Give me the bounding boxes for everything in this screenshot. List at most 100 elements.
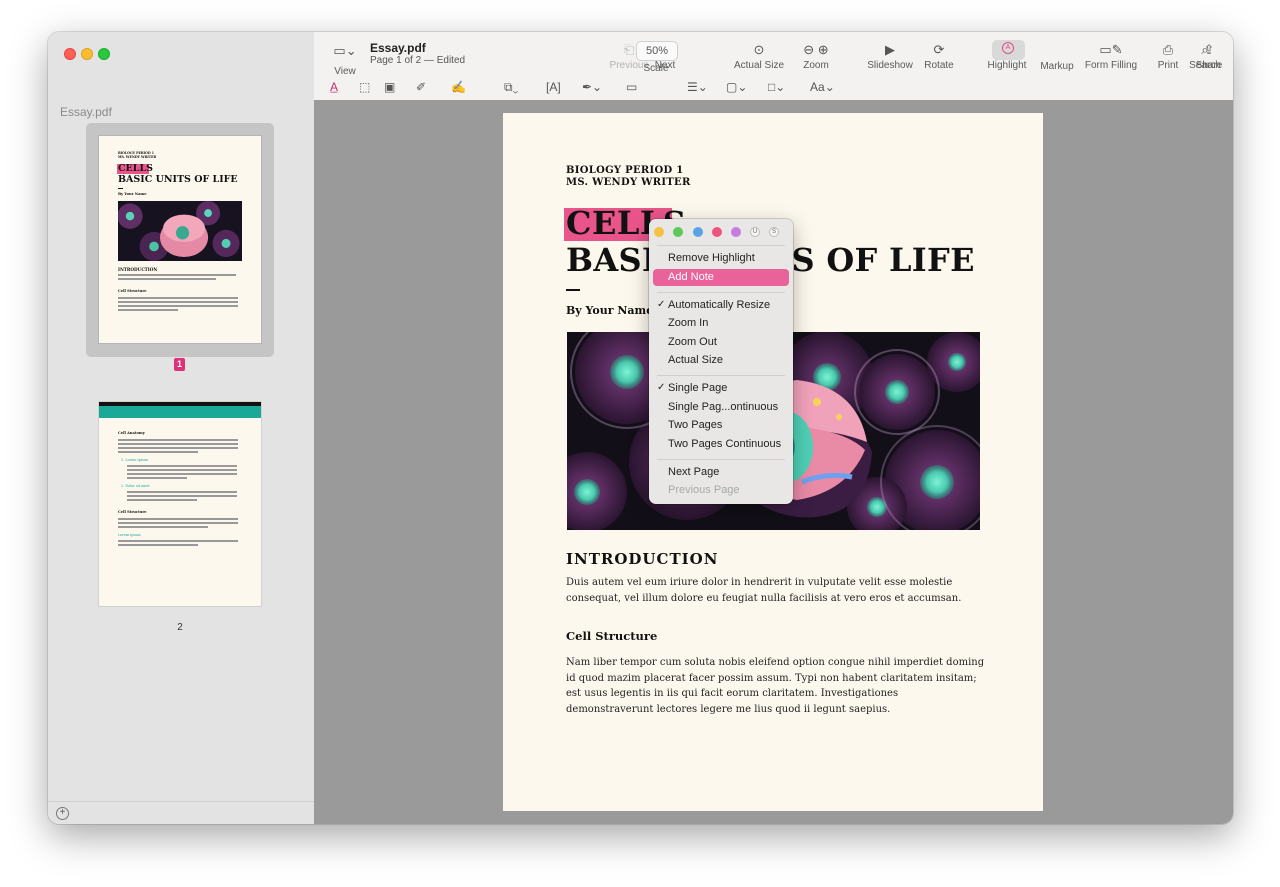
zoom-window-button[interactable] (98, 48, 110, 60)
page-thumbnail-2[interactable]: Cell Anatomy 1. Lorem ipsum 2. Dolor sit… (99, 402, 261, 606)
scale-label: Scale (643, 63, 669, 74)
color-swatch-green[interactable] (673, 227, 683, 237)
page-number-badge-1: 1 (174, 358, 185, 371)
thumb-line (118, 447, 238, 449)
rotate-label: Rotate (924, 60, 954, 71)
magnifier-icon: ⊙ (753, 42, 765, 57)
text-style-label: Aa (810, 80, 825, 94)
slideshow-button[interactable]: ▶ Slideshow (865, 41, 915, 71)
shapes-icon[interactable]: ⧉⌄ (504, 80, 518, 95)
thumb-cell-image (118, 201, 242, 261)
add-note-item[interactable]: Add Note (668, 271, 714, 283)
print-button[interactable]: ⎙ Print (1154, 41, 1182, 71)
thumb-byline: By Your Name (118, 192, 147, 196)
text-box-icon[interactable]: [A] (546, 80, 561, 94)
line-style-icon[interactable]: ☰⌄ (687, 80, 708, 94)
thumb-line (118, 278, 216, 280)
zoom-out-in-icon: ⊖ ⊕ (803, 42, 829, 57)
fill-color-icon[interactable]: □⌄ (768, 80, 785, 94)
underline-style-button[interactable]: U (750, 227, 760, 237)
thumb-intro-heading: INTRODUCTION (118, 267, 158, 272)
zoom-in-item[interactable]: Zoom In (668, 317, 708, 329)
add-page-icon[interactable]: + (56, 807, 69, 820)
intro-heading: INTRODUCTION (566, 550, 719, 568)
color-swatch-yellow[interactable] (654, 227, 664, 237)
color-swatch-blue[interactable] (693, 227, 703, 237)
search-icon: ⌕ (1201, 42, 1209, 57)
highlight-context-menu: U S Remove Highlight Add Note ✓ Automati… (649, 219, 793, 504)
instant-alpha-icon[interactable]: ▣ (384, 80, 395, 94)
thumb-line (127, 499, 197, 501)
document-subtitle: Page 1 of 2 — Edited (370, 55, 466, 66)
automatically-resize-item[interactable]: Automatically Resize (668, 299, 770, 311)
zoom-button-group[interactable]: ⊖ ⊕ Zoom (795, 41, 837, 71)
thumb-line (118, 526, 208, 528)
thumb-line (127, 495, 237, 497)
thumb-line (118, 301, 238, 303)
printer-icon: ⎙ (1162, 42, 1174, 57)
view-button[interactable]: ▭⌄ View (330, 42, 360, 77)
thumb-line (118, 540, 238, 542)
thumb-line (118, 443, 238, 445)
thumb-line (127, 491, 237, 493)
form-filling-label: Form Filling (1084, 60, 1138, 71)
thumb2-heading-2: Cell Structure (118, 510, 147, 514)
single-page-item[interactable]: Single Page (668, 382, 727, 394)
text-selection-icon[interactable]: A̲ (330, 80, 338, 94)
thumb-line (118, 274, 236, 276)
checkmark-icon: ✓ (657, 382, 666, 393)
search-label: Search (1189, 60, 1221, 71)
strikethrough-style-button[interactable]: S (769, 227, 779, 237)
thumb2-list-item-1: 1. Lorem ipsum (121, 458, 148, 462)
thumb-line (118, 518, 238, 520)
thumb-line (118, 309, 178, 311)
slideshow-label: Slideshow (867, 60, 913, 71)
thumbnail-sidebar: Essay.pdf BIOLOGY PERIOD 1 MS. WENDY WRI… (48, 32, 315, 824)
thumb-line (118, 297, 238, 299)
signature-icon[interactable]: ✒⌄ (582, 80, 602, 94)
actual-size-item[interactable]: Actual Size (668, 354, 723, 366)
next-page-item[interactable]: Next Page (668, 466, 719, 478)
single-page-continuous-item[interactable]: Single Pag...ontinuous (668, 401, 778, 413)
doc-header-line-2: MS. WENDY WRITER (566, 177, 691, 188)
rotate-button[interactable]: ⟳ Rotate (920, 41, 958, 71)
page-thumbnail-1[interactable]: BIOLOGY PERIOD 1 MS. WENDY WRITER CELLS … (99, 136, 261, 343)
color-swatch-pink[interactable] (712, 227, 722, 237)
actual-size-label: Actual Size (733, 60, 785, 71)
print-label: Print (1157, 60, 1179, 71)
border-color-icon[interactable]: ▢⌄ (726, 80, 747, 94)
minimize-window-button[interactable] (81, 48, 93, 60)
preview-window: Essay.pdf BIOLOGY PERIOD 1 MS. WENDY WRI… (48, 32, 1233, 824)
sidebar-footer-divider (48, 801, 314, 802)
sketch-icon[interactable]: ✐ (416, 80, 426, 94)
markup-button[interactable]: Markup (1036, 61, 1078, 72)
scale-field[interactable]: 50% (636, 41, 678, 61)
draw-icon[interactable]: ✍ (451, 80, 466, 94)
play-icon: ▶ (885, 42, 895, 57)
thumb-line (118, 451, 198, 453)
actual-size-button[interactable]: ⊙ Actual Size (730, 41, 788, 71)
doc-header-line-1: BIOLOGY PERIOD 1 (566, 165, 684, 176)
intro-paragraph: Duis autem vel eum iriure dolor in hendr… (566, 577, 962, 604)
thumb2-subheading: Lorem ipsum (118, 533, 141, 537)
search-button[interactable]: ⌕ Search (1188, 41, 1222, 71)
text-style-button[interactable]: Aa⌄ (810, 80, 835, 94)
rect-selection-icon[interactable]: ⬚ (359, 80, 370, 94)
highlight-label: Highlight (987, 60, 1027, 71)
zoom-out-item[interactable]: Zoom Out (668, 336, 717, 348)
note-icon[interactable]: ▭ (626, 80, 637, 94)
cell-structure-paragraph: Nam liber tempor cum soluta nobis eleife… (566, 657, 985, 715)
toolbar: ▭⌄ View Essay.pdf Page 1 of 2 — Edited ⎗… (314, 32, 1233, 101)
previous-page-item: Previous Page (668, 484, 740, 496)
thumb-title-1: CELLS (118, 163, 154, 174)
thumb-line (118, 544, 198, 546)
thumb-line (118, 522, 238, 524)
remove-highlight-item[interactable]: Remove Highlight (668, 252, 755, 264)
form-filling-button[interactable]: ▭✎ Form Filling (1082, 41, 1140, 71)
close-window-button[interactable] (64, 48, 76, 60)
menu-separator (657, 459, 785, 460)
color-swatch-purple[interactable] (731, 227, 741, 237)
document-title: Essay.pdf (370, 41, 426, 55)
two-pages-item[interactable]: Two Pages (668, 419, 722, 431)
two-pages-continuous-item[interactable]: Two Pages Continuous (668, 438, 781, 450)
